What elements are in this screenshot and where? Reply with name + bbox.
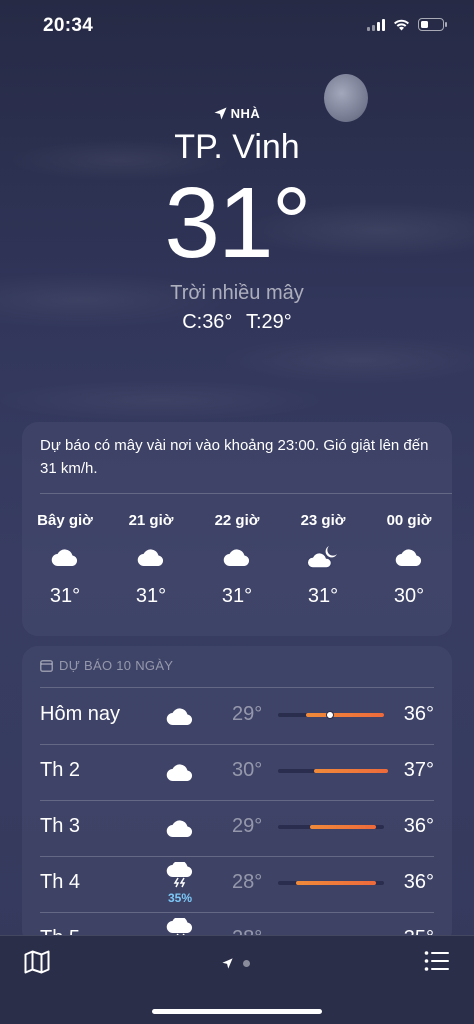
cloud-icon bbox=[108, 537, 194, 577]
ten-day-header: DỰ BÁO 10 NGÀY bbox=[40, 658, 173, 673]
hour-item: 21 giờ 31° bbox=[108, 512, 194, 608]
hour-item: 00 giờ 30° bbox=[366, 512, 452, 608]
day-low: 29° bbox=[232, 703, 263, 725]
hour-time: 23 giờ bbox=[300, 512, 346, 529]
day-row[interactable]: Th 2 30° 37° bbox=[22, 744, 452, 800]
hour-item: 22 giờ 31° bbox=[194, 512, 280, 608]
hour-time: 22 giờ bbox=[214, 512, 260, 529]
cloud-icon bbox=[160, 706, 200, 731]
current-location-label: NHÀ bbox=[0, 106, 474, 121]
hourly-forecast-card[interactable]: Dự báo có mây vài nơi vào khoảng 23:00. … bbox=[22, 422, 452, 636]
day-name: Th 3 bbox=[40, 815, 81, 837]
cloud-icon bbox=[160, 762, 200, 787]
day-row[interactable]: Hôm nay 29° 36° bbox=[22, 688, 452, 744]
day-high: 36° bbox=[403, 871, 434, 893]
day-low: 28° bbox=[232, 871, 263, 893]
high-low-temps: C:36° T:29° bbox=[0, 311, 474, 334]
temp-range-bar bbox=[278, 711, 384, 719]
day-name: Th 2 bbox=[40, 759, 81, 781]
day-name: Hôm nay bbox=[40, 703, 121, 725]
cloud-icon bbox=[22, 537, 108, 577]
weather-condition: Trời nhiều mây bbox=[170, 282, 304, 304]
cloud-moon-icon bbox=[280, 537, 366, 577]
location-arrow-icon bbox=[214, 107, 227, 120]
map-button[interactable] bbox=[24, 950, 50, 979]
forecast-summary: Dự báo có mây vài nơi vào khoảng 23:00. … bbox=[40, 437, 429, 477]
list-icon bbox=[424, 951, 449, 971]
map-icon bbox=[24, 950, 50, 974]
day-row[interactable]: Th 4 35% 28° 36° bbox=[22, 856, 452, 912]
high-temp: C:36° bbox=[182, 311, 233, 333]
ten-day-title: DỰ BÁO 10 NGÀY bbox=[59, 658, 174, 673]
hour-temp: 30° bbox=[393, 585, 425, 607]
cloud-icon bbox=[194, 537, 280, 577]
location-arrow-icon bbox=[222, 958, 233, 969]
cloud-icon bbox=[160, 818, 200, 843]
hourly-list[interactable]: Bây giờ 31° 21 giờ 31° 22 giờ 31° 23 giờ bbox=[22, 512, 452, 608]
divider bbox=[40, 493, 452, 494]
hour-temp: 31° bbox=[221, 585, 253, 607]
page-dot bbox=[243, 960, 250, 967]
day-row[interactable]: Th 3 29° 36° bbox=[22, 800, 452, 856]
current-temperature: 31° bbox=[164, 167, 311, 279]
temp-range-bar bbox=[278, 769, 388, 773]
cellular-signal-icon bbox=[367, 18, 385, 31]
home-indicator[interactable] bbox=[152, 1009, 322, 1014]
calendar-icon bbox=[40, 660, 53, 672]
city-name: TP. Vinh bbox=[174, 128, 300, 166]
day-name: Th 4 bbox=[40, 871, 81, 893]
cloud-icon bbox=[366, 537, 452, 577]
precip-chance: 35% bbox=[167, 891, 193, 905]
battery-icon bbox=[418, 18, 447, 31]
hour-temp: 31° bbox=[49, 585, 81, 607]
day-high: 37° bbox=[403, 759, 434, 781]
hour-time: Bây giờ bbox=[37, 512, 93, 529]
temp-range-bar bbox=[278, 825, 384, 829]
hour-item: 23 giờ 31° bbox=[280, 512, 366, 608]
ten-day-forecast-card[interactable]: DỰ BÁO 10 NGÀY Hôm nay 29° 36° Th 2 30° … bbox=[22, 646, 452, 946]
city-list-button[interactable] bbox=[424, 950, 450, 977]
day-low: 29° bbox=[232, 815, 263, 837]
hour-temp: 31° bbox=[307, 585, 339, 607]
day-high: 36° bbox=[403, 815, 434, 837]
status-icons bbox=[367, 18, 447, 31]
thunderstorm-icon: 35% bbox=[160, 860, 200, 905]
hour-item: Bây giờ 31° bbox=[22, 512, 108, 608]
temp-range-bar bbox=[278, 881, 384, 885]
status-bar: 20:34 bbox=[0, 0, 474, 52]
hour-time: 21 giờ bbox=[128, 512, 174, 529]
low-temp: T:29° bbox=[246, 311, 292, 333]
page-indicator[interactable] bbox=[222, 958, 250, 969]
bottom-toolbar bbox=[0, 935, 474, 1024]
hour-time: 00 giờ bbox=[386, 512, 432, 529]
location-label-text: NHÀ bbox=[230, 106, 261, 121]
day-high: 36° bbox=[403, 703, 434, 725]
hour-temp: 31° bbox=[135, 585, 167, 607]
status-time: 20:34 bbox=[43, 15, 94, 36]
wifi-icon bbox=[394, 19, 409, 30]
day-low: 30° bbox=[232, 759, 263, 781]
